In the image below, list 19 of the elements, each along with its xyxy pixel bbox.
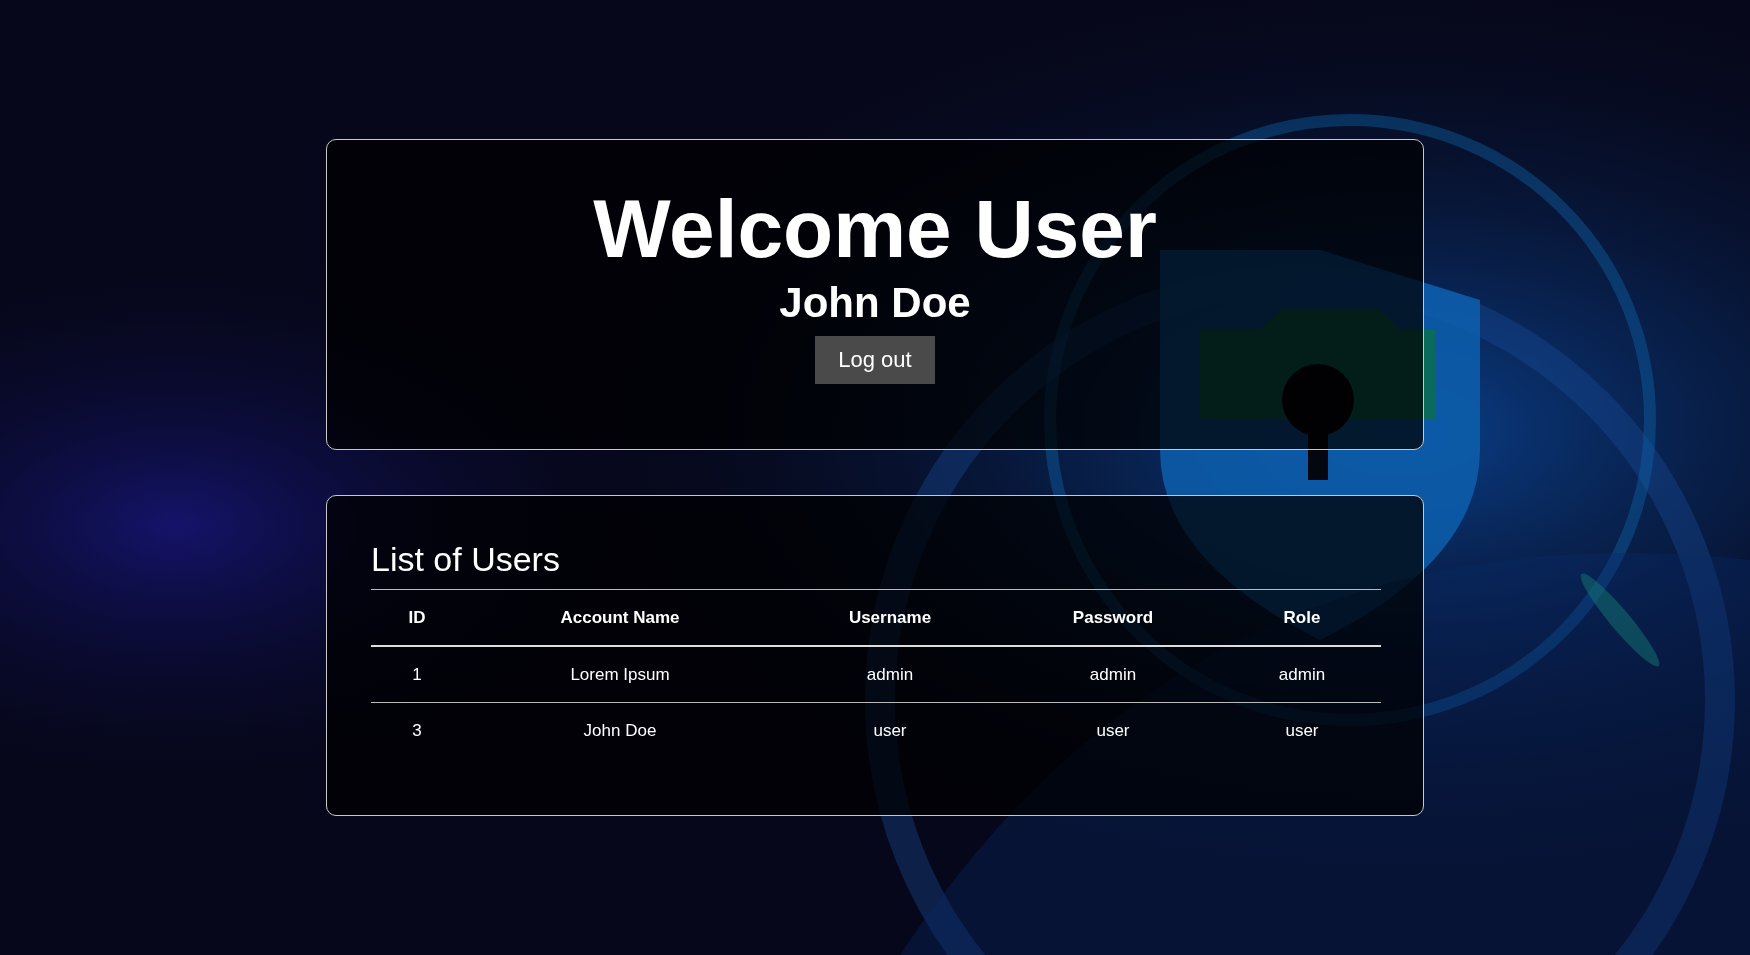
table-cell: user [1003, 702, 1223, 758]
table-cell: 1 [371, 646, 463, 703]
column-header: Password [1003, 589, 1223, 646]
table-cell: admin [1003, 646, 1223, 703]
column-header: Account Name [463, 589, 777, 646]
user-name: John Doe [779, 280, 971, 327]
table-cell: 3 [371, 702, 463, 758]
column-header: Username [777, 589, 1003, 646]
table-cell: admin [1223, 646, 1381, 703]
table-cell: John Doe [463, 702, 777, 758]
table-cell: Lorem Ipsum [463, 646, 777, 703]
table-cell: user [1223, 702, 1381, 758]
table-cell: user [777, 702, 1003, 758]
table-title: List of Users [371, 540, 561, 579]
table-cell: admin [777, 646, 1003, 703]
column-header: Role [1223, 589, 1381, 646]
column-header: ID [371, 589, 463, 646]
welcome-title: Welcome User [593, 186, 1157, 273]
logout-button[interactable]: Log out [815, 336, 935, 385]
